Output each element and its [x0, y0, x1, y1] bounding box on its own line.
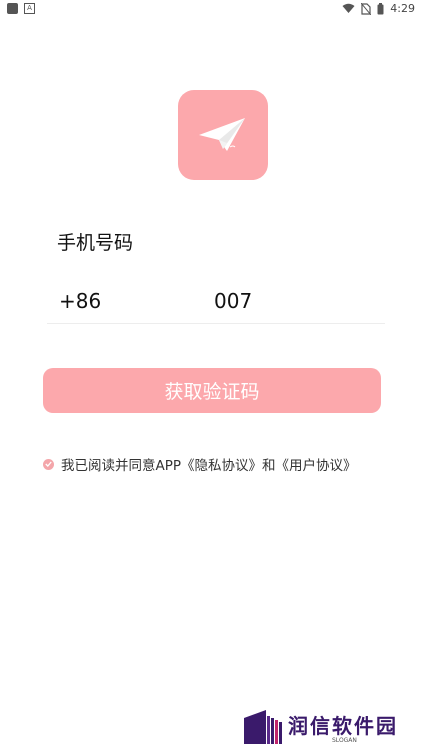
login-screen: A 4:29 手机号码 +86 获取验证码	[0, 0, 423, 752]
watermark: 润信软件园 SLOGAN	[244, 708, 414, 748]
agreement-row: 我已阅读并同意APP《隐私协议》和《用户协议》	[43, 454, 357, 474]
watermark-logo-icon	[244, 710, 282, 744]
notification-square-icon	[7, 3, 18, 14]
user-agreement-link[interactable]: 《用户协议》	[276, 458, 357, 474]
no-sim-icon	[361, 2, 372, 15]
agreement-text: 我已阅读并同意APP《隐私协议》和《用户协议》	[61, 454, 357, 474]
app-logo	[178, 90, 268, 180]
keyboard-a-icon: A	[24, 3, 35, 14]
watermark-slogan: SLOGAN	[332, 737, 357, 744]
country-code[interactable]: +86	[59, 289, 101, 313]
agreement-conjunction: 和	[262, 458, 276, 474]
paper-plane-icon	[199, 118, 245, 151]
checkmark-icon	[45, 461, 52, 467]
agreement-prefix: 我已阅读并同意APP	[61, 458, 182, 474]
agreement-checkbox[interactable]	[43, 458, 54, 470]
wifi-icon	[342, 3, 355, 13]
status-bar: A 4:29	[0, 0, 423, 17]
phone-number-label: 手机号码	[57, 232, 134, 254]
battery-icon	[377, 2, 384, 14]
phone-input-row: +86	[47, 283, 385, 324]
privacy-agreement-link[interactable]: 《隐私协议》	[181, 458, 262, 474]
phone-number-input[interactable]	[214, 287, 374, 315]
watermark-brand: 润信软件园	[288, 714, 398, 738]
status-time: 4:29	[390, 2, 415, 15]
get-verification-code-button[interactable]: 获取验证码	[43, 368, 381, 413]
